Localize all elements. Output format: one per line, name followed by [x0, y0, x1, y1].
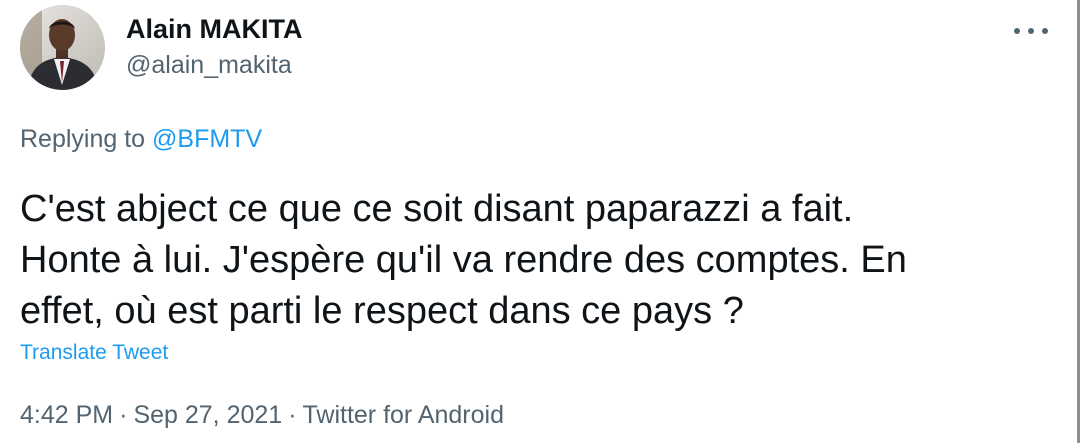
tweet-text-line: effet, où est parti le respect dans ce p… — [20, 290, 744, 332]
tweet-text-line: C'est abject ce que ce soit disant papar… — [20, 188, 854, 230]
tweet-time[interactable]: 4:42 PM — [20, 401, 113, 429]
more-options-button[interactable] — [1014, 24, 1048, 38]
tweet-metadata: 4:42 PM · Sep 27, 2021 · Twitter for Android — [20, 401, 504, 430]
tweet-text: C'est abject ce que ce soit disant papar… — [20, 184, 1060, 337]
replying-to: Replying to @BFMTV — [20, 125, 262, 154]
display-name[interactable]: Alain MAKITA — [126, 14, 303, 45]
tweet-text-line: Honte à lui. J'espère qu'il va rendre de… — [20, 239, 907, 281]
replying-to-label: Replying to — [20, 125, 153, 153]
tweet-date[interactable]: Sep 27, 2021 — [133, 401, 282, 429]
translate-tweet-link[interactable]: Translate Tweet — [20, 341, 168, 365]
reply-mention-link[interactable]: @BFMTV — [152, 125, 262, 153]
user-handle[interactable]: @alain_makita — [126, 51, 292, 80]
avatar[interactable] — [20, 5, 105, 90]
profile-photo-icon — [20, 5, 105, 90]
separator-dot: · — [119, 401, 128, 429]
more-horizontal-icon — [1042, 28, 1048, 34]
tweet-card: Alain MAKITA @alain_makita Replying to @… — [0, 0, 1080, 443]
more-horizontal-icon — [1014, 28, 1020, 34]
tweet-source[interactable]: Twitter for Android — [303, 401, 504, 429]
more-horizontal-icon — [1028, 28, 1034, 34]
separator-dot: · — [288, 401, 297, 429]
